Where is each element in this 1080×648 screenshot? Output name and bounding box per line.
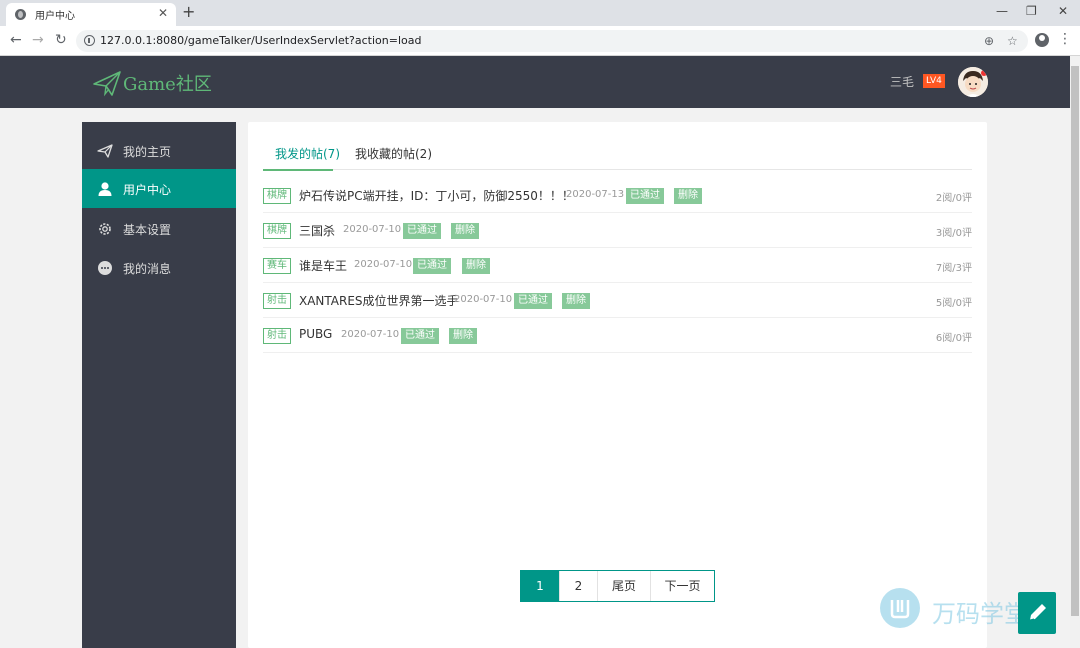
page-scrollbar-thumb[interactable]	[1071, 66, 1079, 616]
status-badge: 已通过	[626, 188, 664, 204]
pencil-icon	[1029, 604, 1046, 621]
post-title[interactable]: 谁是车王	[299, 257, 347, 274]
post-stats: 5阅/0评	[935, 298, 972, 309]
globe-icon	[15, 9, 26, 20]
header-user-name[interactable]: 三毛	[890, 73, 914, 90]
url-text[interactable]: 127.0.0.1:8080/gameTalker/UserIndexServl…	[100, 34, 421, 47]
post-title[interactable]: 炉石传说PC端开挂，ID：丁小可，防御2550！！！	[299, 187, 574, 204]
status-badge: 已通过	[403, 223, 441, 239]
browser-menu-icon[interactable]: ⋮	[1058, 31, 1072, 47]
next-page-button[interactable]: 下一页	[650, 571, 714, 601]
address-bar[interactable]: 127.0.0.1:8080/gameTalker/UserIndexServl…	[76, 30, 1028, 52]
post-stats: 3阅/0评	[935, 228, 972, 239]
maximize-window-button[interactable]: ❐	[1026, 3, 1037, 19]
post-date: 2020-07-13	[566, 189, 625, 200]
post-title[interactable]: PUBG	[299, 327, 332, 341]
gear-icon	[99, 223, 111, 235]
page-button-2[interactable]: 2	[559, 571, 597, 601]
tab-favorites[interactable]: 我收藏的帖(2)	[355, 145, 432, 162]
sidebar-item-messages[interactable]: 我的消息	[82, 248, 236, 287]
status-badge: 已通过	[413, 258, 451, 274]
zoom-icon[interactable]: ⊕	[984, 33, 994, 49]
sidebar-item-label: 我的主页	[123, 145, 172, 159]
back-button[interactable]: ←	[10, 32, 22, 48]
content-tabs: 我发的帖(7) 我收藏的帖(2)	[263, 140, 972, 171]
post-row[interactable]: 射击 PUBG 2020-07-10 已通过 删除 6阅/0评	[263, 318, 972, 353]
paper-plane-icon	[97, 144, 113, 158]
sidebar: 我的主页 用户中心 基本设置 我的消息	[82, 122, 236, 648]
minimize-window-button[interactable]: —	[996, 3, 1008, 19]
post-row[interactable]: 棋牌 三国杀 2020-07-10 已通过 删除 3阅/0评	[263, 213, 972, 248]
delete-button[interactable]: 删除	[674, 188, 702, 204]
user-level-badge: LV4	[923, 74, 945, 88]
page-scrollbar[interactable]	[1070, 56, 1080, 648]
user-icon	[98, 182, 112, 196]
sidebar-item-label: 我的消息	[123, 262, 172, 276]
bookmark-star-icon[interactable]: ☆	[1007, 33, 1018, 49]
browser-toolbar: ← → ↻ 127.0.0.1:8080/gameTalker/UserInde…	[0, 26, 1080, 56]
site-logo-text: Game社区	[123, 74, 212, 95]
watermark-text: 万码学堂	[932, 600, 1028, 628]
profile-icon[interactable]	[1035, 33, 1049, 47]
forward-button[interactable]: →	[32, 32, 44, 48]
delete-button[interactable]: 删除	[562, 293, 590, 309]
sidebar-item-label: 用户中心	[123, 183, 172, 197]
reload-button[interactable]: ↻	[55, 32, 67, 48]
post-stats: 6阅/0评	[935, 333, 972, 344]
category-tag: 射击	[263, 328, 291, 344]
category-tag: 棋牌	[263, 223, 291, 239]
site-info-icon[interactable]	[84, 35, 95, 46]
post-stats: 2阅/0评	[935, 193, 972, 204]
avatar[interactable]	[958, 67, 988, 97]
browser-tab-title: 用户中心	[35, 11, 75, 22]
delete-button[interactable]: 删除	[451, 223, 479, 239]
post-date: 2020-07-10	[454, 294, 513, 305]
sidebar-item-user-center[interactable]: 用户中心	[82, 169, 236, 208]
browser-tab[interactable]: 用户中心 ✕	[6, 3, 176, 26]
post-title[interactable]: XANTARES成位世界第一选手	[299, 292, 459, 309]
tab-my-posts[interactable]: 我发的帖(7)	[275, 145, 340, 162]
delete-button[interactable]: 删除	[462, 258, 490, 274]
pagination: 1 2 尾页 下一页	[520, 570, 715, 602]
category-tag: 棋牌	[263, 188, 291, 204]
active-tab-indicator	[263, 169, 333, 171]
delete-button[interactable]: 删除	[449, 328, 477, 344]
status-badge: 已通过	[514, 293, 552, 309]
post-row[interactable]: 射击 XANTARES成位世界第一选手 2020-07-10 已通过 删除 5阅…	[263, 283, 972, 318]
new-tab-button[interactable]: +	[182, 3, 195, 21]
category-tag: 射击	[263, 293, 291, 309]
last-page-button[interactable]: 尾页	[597, 571, 650, 601]
close-window-button[interactable]: ✕	[1058, 3, 1068, 19]
site-header: Game社区 三毛 LV4	[0, 56, 1070, 108]
paper-plane-logo-icon	[93, 71, 121, 97]
sidebar-item-home[interactable]: 我的主页	[82, 131, 236, 170]
post-stats: 7阅/3评	[935, 263, 972, 274]
post-row[interactable]: 棋牌 炉石传说PC端开挂，ID：丁小可，防御2550！！！ 2020-07-13…	[263, 178, 972, 213]
close-tab-icon[interactable]: ✕	[158, 6, 168, 20]
sidebar-item-label: 基本设置	[123, 223, 172, 237]
watermark-glyph	[890, 600, 910, 619]
new-post-button[interactable]	[1018, 592, 1056, 634]
browser-tab-strip: 用户中心 ✕ + — ❐ ✕	[0, 0, 1080, 26]
main-content: 我发的帖(7) 我收藏的帖(2) 棋牌 炉石传说PC端开挂，ID：丁小可，防御2…	[248, 122, 987, 648]
watermark-logo-icon	[880, 588, 920, 628]
page-button-1[interactable]: 1	[521, 571, 559, 601]
category-tag: 赛车	[263, 258, 291, 274]
chat-bubble-icon	[98, 261, 112, 275]
status-badge: 已通过	[401, 328, 439, 344]
post-title[interactable]: 三国杀	[299, 222, 335, 239]
avatar-image	[958, 67, 988, 97]
post-date: 2020-07-10	[354, 259, 413, 270]
post-row[interactable]: 赛车 谁是车王 2020-07-10 已通过 删除 7阅/3评	[263, 248, 972, 283]
post-date: 2020-07-10	[341, 329, 400, 340]
sidebar-item-settings[interactable]: 基本设置	[82, 209, 236, 248]
post-date: 2020-07-10	[343, 224, 402, 235]
